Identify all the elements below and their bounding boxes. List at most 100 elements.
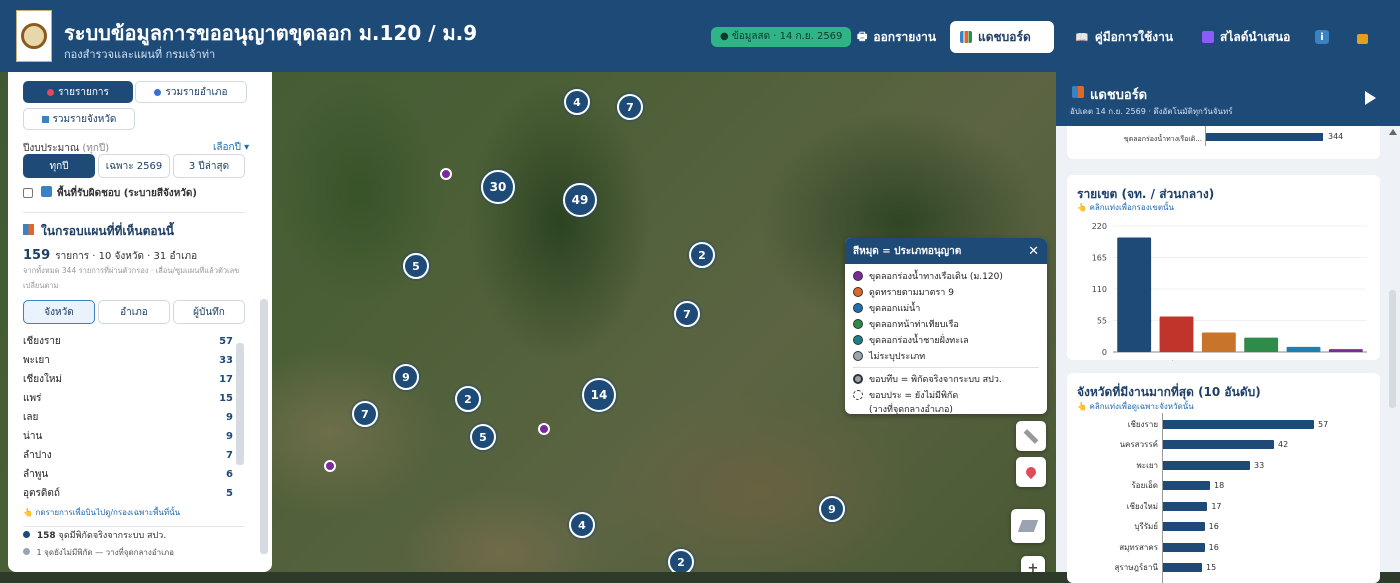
region-bar-จท.1[interactable]: [1117, 237, 1152, 352]
province-list-item[interactable]: เชียงราย 57: [23, 332, 233, 350]
province-bar[interactable]: [1162, 522, 1205, 531]
group-by-recorder-tab[interactable]: ผู้บันทึก: [173, 300, 245, 324]
province-bar-row[interactable]: บุรีรัมย์ 16: [1067, 519, 1380, 535]
region-bar-จท.3[interactable]: [1244, 337, 1279, 352]
zoom-in-button[interactable]: +: [1021, 556, 1045, 572]
province-name: ลำปาง: [23, 449, 52, 461]
map-point-marker[interactable]: [440, 168, 452, 180]
x-tick-label: จท.5: [1330, 359, 1347, 361]
province-bar-row[interactable]: เชียงใหม่ 17: [1067, 498, 1380, 514]
province-list-item[interactable]: แพร่ 15: [23, 389, 233, 407]
map-cluster[interactable]: 2: [689, 242, 715, 268]
map-cluster[interactable]: 5: [470, 424, 496, 450]
region-bar-จท.4[interactable]: [1201, 332, 1236, 352]
y-tick-label: 0: [1102, 348, 1107, 357]
info-button[interactable]: i: [1305, 21, 1339, 53]
map-cluster[interactable]: 49: [563, 183, 597, 217]
unpinned-count-row: 1 จุดยังไม่มีพิกัด — วางที่จุดกลางอำเภอ: [23, 546, 174, 559]
province-name: น่าน: [23, 430, 43, 442]
tab-district-view-label: รวมรายอำเภอ: [165, 86, 228, 98]
map-point-marker[interactable]: [538, 423, 550, 435]
measure-tool-button[interactable]: [1016, 421, 1046, 451]
map-cluster[interactable]: 5: [403, 253, 429, 279]
x-tick-label: จท.4: [1203, 359, 1220, 361]
left-panel-scrollbar[interactable]: [260, 299, 268, 554]
province-bar[interactable]: [1162, 542, 1205, 552]
area-checkbox[interactable]: [23, 188, 33, 198]
pin-tool-button[interactable]: [1016, 457, 1046, 487]
year-select-dropdown[interactable]: เลือกปี ▾: [213, 140, 249, 155]
province-list-item[interactable]: เชียงใหม่ 17: [23, 370, 233, 388]
close-icon[interactable]: ✕: [1028, 244, 1039, 259]
year-last3-button[interactable]: 3 ปีล่าสุด: [173, 154, 245, 178]
province-count: 6: [226, 468, 233, 480]
province-list-item[interactable]: พะเยา 33: [23, 351, 233, 369]
map-cluster[interactable]: 7: [617, 94, 643, 120]
group-by-district-tab[interactable]: อำเภอ: [98, 300, 170, 324]
legend-dashed-border-note: (วางที่จุดกลางอำเภอ): [869, 405, 953, 414]
year-only-2569-button[interactable]: เฉพาะ 2569: [98, 154, 170, 178]
map-cluster[interactable]: 7: [352, 401, 378, 427]
province-bar-label: พะเยา: [1136, 460, 1158, 470]
province-bar-value: 16: [1208, 542, 1219, 552]
province-bar[interactable]: [1162, 419, 1314, 429]
tab-district-view[interactable]: รวมรายอำเภอ: [135, 81, 247, 103]
map-cluster[interactable]: 14: [582, 378, 616, 412]
province-bar-row[interactable]: เชียงราย 57: [1067, 416, 1380, 432]
province-bar-row[interactable]: พะเยา 33: [1067, 457, 1380, 473]
province-bar-row[interactable]: ร้อยเอ็ด 18: [1067, 478, 1380, 494]
region-bar-จท.2[interactable]: [1286, 346, 1321, 352]
bar-type-120[interactable]: [1206, 133, 1323, 141]
province-chart-hint: 👆 คลิกแท่งเพื่อดูเฉพาะจังหวัดนั้น: [1077, 402, 1194, 411]
province-bar[interactable]: [1162, 501, 1208, 511]
province-list-scrollbar[interactable]: [236, 343, 244, 465]
map-cluster[interactable]: 2: [455, 386, 481, 412]
x-tick-label: จท.1: [1119, 359, 1136, 361]
province-list-item[interactable]: เลย 9: [23, 408, 233, 426]
x-tick-label: จท.3: [1246, 359, 1263, 361]
collapse-arrow-icon[interactable]: [1365, 91, 1376, 105]
province-count: 9: [226, 430, 233, 442]
province-chart-card: จังหวัดที่มีงานมากที่สุด (10 อันดับ) 👆 ค…: [1067, 373, 1380, 583]
region-bar-จท.7[interactable]: [1159, 316, 1194, 352]
province-bar[interactable]: [1162, 481, 1210, 490]
slides-button[interactable]: สไลด์นำเสนอ: [1192, 21, 1300, 53]
province-list-item[interactable]: น่าน 9: [23, 427, 233, 445]
province-bar[interactable]: [1162, 460, 1250, 470]
report-button[interactable]: 🖶 ออกรายงาน: [847, 21, 946, 53]
map-cluster[interactable]: 9: [819, 496, 845, 522]
province-bar-row[interactable]: นครสวรรค์ 42: [1067, 437, 1380, 453]
province-list-item[interactable]: ลำปาง 7: [23, 446, 233, 464]
dashboard-scrollbar[interactable]: [1389, 290, 1396, 408]
map-point-marker[interactable]: [324, 460, 336, 472]
province-name: เชียงใหม่: [23, 373, 63, 385]
map-cluster[interactable]: 30: [481, 170, 515, 204]
province-bar[interactable]: [1162, 563, 1202, 572]
group-by-province-tab[interactable]: จังหวัด: [23, 300, 95, 324]
region-bar-chart[interactable]: 0 55 110 165 220 จท.1 จท.7 จท.4 จท.3 จท.2 จท.5: [1067, 211, 1380, 361]
province-bar-row[interactable]: สุราษฎร์ธานี 15: [1067, 560, 1380, 576]
tab-province-view[interactable]: รวมรายจังหวัด: [23, 108, 135, 130]
map-cluster[interactable]: 7: [674, 301, 700, 327]
marine-department-logo: [16, 10, 52, 62]
province-list-item[interactable]: ลำพูน 6: [23, 465, 233, 483]
province-name: อุตรดิตถ์: [23, 487, 60, 499]
year-all-button[interactable]: ทุกปี: [23, 154, 95, 178]
region-bar-จท.5[interactable]: [1328, 349, 1363, 352]
lock-button[interactable]: [1347, 21, 1378, 53]
province-bar-label: สุราษฎร์ธานี: [1114, 563, 1158, 572]
y-axis: [1162, 413, 1163, 583]
tab-list-view[interactable]: รายรายการ: [23, 81, 133, 103]
scroll-up-icon[interactable]: [1389, 129, 1397, 135]
map-cluster[interactable]: 4: [564, 89, 590, 115]
map-cluster[interactable]: 4: [569, 512, 595, 538]
map-cluster[interactable]: 9: [393, 364, 419, 390]
legend-solid-border: ขอบทึบ = พิกัดจริงจากระบบ สปว.: [845, 371, 1047, 387]
province-bar-row[interactable]: สมุทรสาคร 16: [1067, 539, 1380, 555]
manual-button[interactable]: 📖 คู่มือการใช้งาน: [1065, 21, 1183, 53]
dashboard-button[interactable]: แดชบอร์ด: [950, 21, 1054, 53]
manual-label: คู่มือการใช้งาน: [1094, 29, 1174, 44]
map-cluster[interactable]: 2: [668, 549, 694, 572]
layers-button[interactable]: [1011, 509, 1045, 543]
province-bar[interactable]: [1162, 440, 1274, 449]
